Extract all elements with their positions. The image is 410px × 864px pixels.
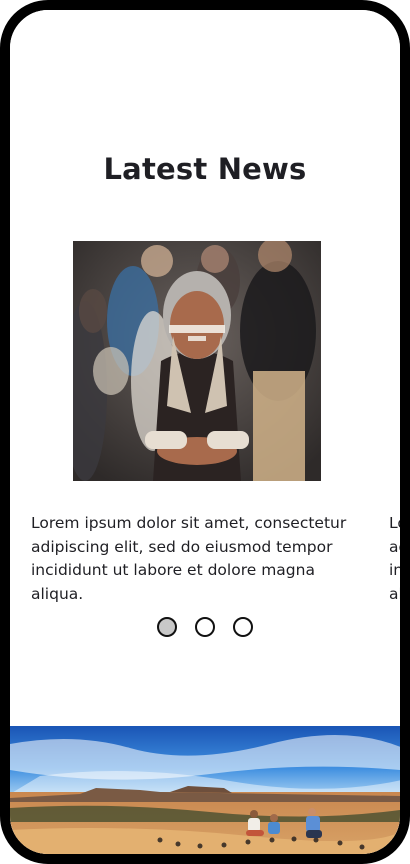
outback-landscape-icon [10,726,400,854]
phone-frame: Latest News Lorem ipsum dolor sit amet, … [0,0,410,864]
news-card-image[interactable] [73,241,321,481]
news-card-text: Lorem ipsum dolor sit amet, consectetur … [31,514,347,603]
page-title: Latest News [103,152,307,186]
news-card-text: Lorem ipsum dolor sit amet, consectetur … [389,514,400,603]
carousel-dot-2[interactable] [195,617,215,637]
carousel-pagination [10,617,400,637]
hero-landscape-image [10,726,400,854]
carousel-dot-3[interactable] [233,617,253,637]
photo-child-in-ceremonial-paint-icon [73,241,321,481]
carousel-dot-1[interactable] [157,617,177,637]
screen: Latest News Lorem ipsum dolor sit amet, … [10,10,400,854]
